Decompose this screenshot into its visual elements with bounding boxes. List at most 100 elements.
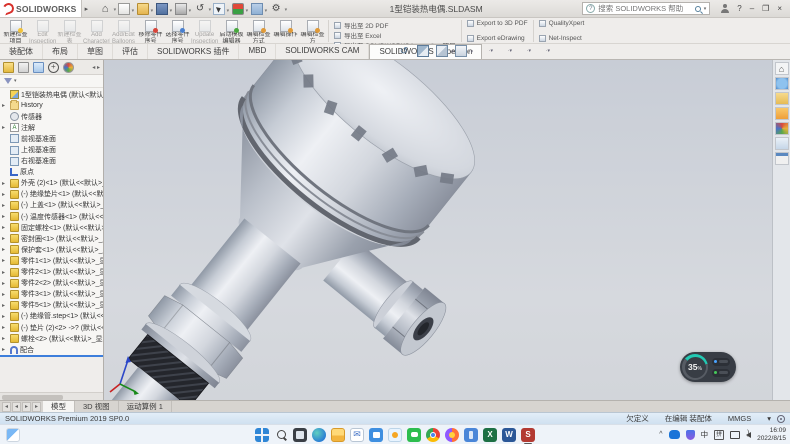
file-properties-icon[interactable] — [251, 3, 263, 15]
tree-item[interactable]: ▸ History — [0, 100, 103, 111]
word-icon[interactable] — [502, 428, 516, 442]
tree-item[interactable]: ▸ 零件3<1> (默认<<默认>_显示状 — [0, 289, 103, 300]
export-menu-item[interactable]: QualityXpert — [539, 20, 585, 27]
propertymanager-icon[interactable] — [18, 62, 29, 73]
expand-arrow-icon[interactable]: ▸ — [2, 280, 8, 287]
ribbon-tab[interactable]: 评估 — [113, 44, 148, 59]
tree-item[interactable]: ▸ 右视基准面 — [0, 156, 103, 167]
ribbon-button[interactable]: 编辑操作 — [272, 19, 299, 43]
widgets-icon[interactable] — [6, 428, 20, 442]
chrome-icon[interactable] — [426, 428, 440, 442]
expand-arrow-icon[interactable]: ▸ — [2, 102, 8, 109]
view-settings-icon[interactable] — [531, 45, 543, 57]
volume-icon[interactable] — [746, 432, 751, 438]
save-icon[interactable] — [156, 3, 168, 15]
file-explorer-icon[interactable] — [331, 428, 345, 442]
tree-item[interactable]: ▸ (-) 温度传感器<1> (默认<<默认>_ — [0, 211, 103, 222]
help-button[interactable]: ? — [737, 4, 741, 13]
ribbon-tab[interactable]: SOLIDWORKS CAM — [276, 44, 369, 59]
expand-arrow-icon[interactable]: ▸ — [2, 213, 8, 220]
expand-arrow-icon[interactable]: ▸ — [2, 346, 8, 353]
ime-language-indicator[interactable]: 中 — [701, 429, 709, 440]
onedrive-icon[interactable] — [669, 430, 680, 439]
edge-icon[interactable] — [312, 428, 326, 442]
ribbon-button[interactable]: 编辑检查方 — [299, 19, 326, 43]
tree-item[interactable]: ▸ 前视基准面 — [0, 133, 103, 144]
tree-item[interactable]: ▸ (-) 垫片 (2)<2> ->? (默认<<默认 — [0, 322, 103, 333]
panel-nav-arrows[interactable]: ◂ ▸ — [92, 64, 100, 71]
doc-nav-arrow[interactable]: ◂ — [2, 402, 11, 412]
open-icon[interactable] — [137, 3, 149, 15]
appearances-scenes-icon[interactable] — [775, 122, 789, 135]
ribbon-button[interactable]: Add/Edit Balloons — [110, 19, 137, 43]
expand-arrow-icon[interactable]: ▸ — [2, 246, 8, 253]
options-gear-icon[interactable] — [270, 3, 282, 15]
zoom-to-area-icon[interactable] — [379, 45, 391, 57]
ribbon-button[interactable]: 移除零件序号 — [137, 19, 164, 43]
tree-item[interactable]: ▸ 零件1<1> (默认<<默认>_显示状态 — [0, 255, 103, 266]
export-menu-item[interactable]: 导出至 2D PDF — [334, 20, 456, 30]
maximize-button[interactable]: ❐ — [762, 4, 769, 13]
expand-arrow-icon[interactable]: ▸ — [2, 269, 8, 276]
graphics-viewport[interactable]: 35% — [104, 60, 772, 400]
undo-icon[interactable] — [194, 3, 206, 15]
doc-tab[interactable]: 3D 视图 — [75, 401, 119, 412]
ribbon-tab[interactable]: 布局 — [43, 44, 78, 59]
clock[interactable]: 16:09 2022/8/15 — [757, 427, 786, 443]
doc-nav-arrow[interactable]: ▸ — [22, 402, 31, 412]
ribbon-button[interactable]: Add Characteristic — [83, 19, 110, 43]
expand-arrow-icon[interactable]: ▸ — [2, 235, 8, 242]
ribbon-button[interactable]: Edit Inspection Project — [29, 19, 56, 43]
expand-arrow-icon[interactable]: ▸ — [2, 324, 8, 331]
doc-nav-arrow[interactable]: ▸ — [32, 402, 41, 412]
view-orientation-icon[interactable] — [436, 45, 448, 57]
doc-nav-arrow[interactable]: ◂ — [12, 402, 21, 412]
tree-item[interactable]: ▸ 密封圈<1> (默认<<默认>_显示状 — [0, 233, 103, 244]
search-icon[interactable] — [695, 6, 701, 12]
ribbon-button[interactable]: Update Inspection Project — [191, 19, 218, 43]
display-tray-icon[interactable] — [730, 431, 740, 439]
tree-filter[interactable]: ▾ — [0, 75, 103, 88]
display-style-icon[interactable] — [455, 45, 467, 57]
export-menu-item[interactable]: Net-Inspect — [539, 35, 585, 42]
minimize-button[interactable]: – — [750, 4, 754, 13]
expand-arrow-icon[interactable]: ▸ — [2, 180, 8, 187]
expand-arrow-icon[interactable]: ▸ — [2, 335, 8, 342]
security-shield-icon[interactable] — [686, 430, 695, 440]
ribbon-tab[interactable]: 草图 — [78, 44, 113, 59]
select-icon[interactable] — [213, 3, 225, 15]
expand-arrow-icon[interactable]: ▸ — [2, 224, 8, 231]
search-taskbar-icon[interactable] — [274, 428, 288, 442]
tree-item[interactable]: ▸ 零件2<2> (默认<<默认>_显示状 — [0, 278, 103, 289]
tree-item[interactable]: ▸ 零件2<1> (默认<<默认>_显示状 — [0, 267, 103, 278]
expand-arrow-icon[interactable]: ▸ — [2, 313, 8, 320]
solidworks-resources-icon[interactable] — [775, 62, 789, 75]
search-input[interactable] — [598, 4, 691, 13]
task-view-icon[interactable] — [293, 428, 307, 442]
dimxpertmanager-icon[interactable] — [48, 62, 59, 73]
pack-and-go-icon[interactable] — [775, 152, 789, 165]
hidden-icons-chevron[interactable]: ^ — [659, 431, 662, 438]
doc-tab[interactable]: 运动算例 1 — [119, 401, 172, 412]
rebuild-icon[interactable] — [232, 3, 244, 15]
tree-item[interactable]: ▸ 零件5<1> (默认<<默认>_显示状 — [0, 300, 103, 311]
weather-icon[interactable] — [388, 428, 402, 442]
section-view-icon[interactable] — [417, 45, 429, 57]
tree-item[interactable]: ▸ 传感器 — [0, 111, 103, 122]
user-account-icon[interactable] — [720, 4, 729, 13]
displaymanager-icon[interactable] — [63, 62, 74, 73]
tree-item[interactable]: ▸ 1型铠装热电偶 (默认<默认_显示状态-1 — [0, 89, 103, 100]
expand-arrow-icon[interactable]: ▸ — [2, 202, 8, 209]
tree-item[interactable]: ▸ 配合 — [0, 344, 103, 355]
scrollbar-thumb[interactable] — [2, 395, 63, 400]
ime-mode-icon[interactable]: 拼 — [714, 430, 724, 440]
store-icon[interactable] — [369, 428, 383, 442]
ribbon-tab[interactable]: SOLIDWORKS 插件 — [148, 44, 239, 59]
tree-item[interactable]: ▸ 保护套<1> (默认<<默认>_显示状 — [0, 244, 103, 255]
edit-appearance-icon[interactable] — [493, 45, 505, 57]
ribbon-button[interactable]: 新建检查项目 (amp;N) — [2, 19, 29, 43]
doc-tab[interactable]: 模型 — [43, 401, 75, 412]
ribbon-button[interactable]: 启动模板编辑器 — [218, 19, 245, 43]
widget-button-1[interactable] — [712, 358, 730, 366]
apply-scene-icon[interactable] — [512, 45, 524, 57]
